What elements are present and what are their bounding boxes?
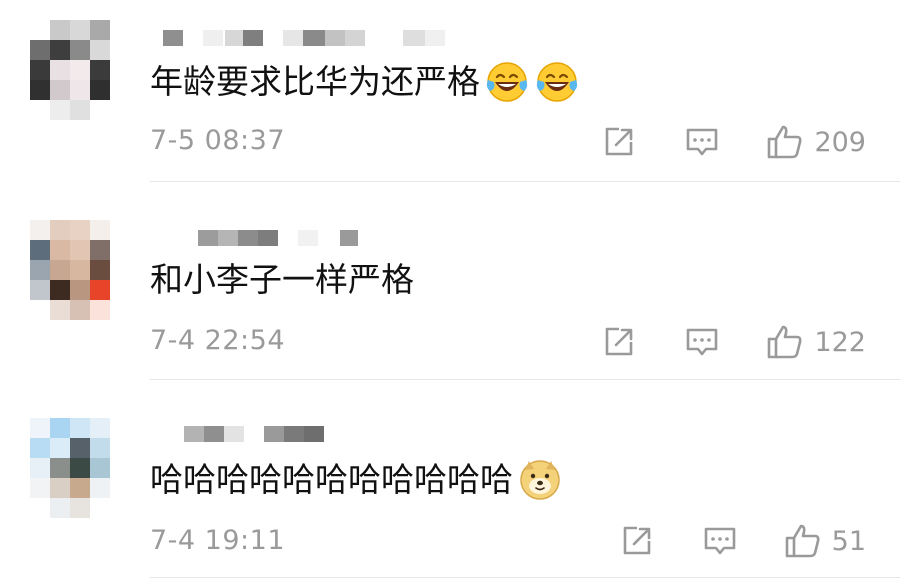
comment-icon (704, 527, 735, 555)
comment-item: 和小李子一样严格 7-4 22:54 122 (0, 182, 900, 380)
avatar[interactable] (30, 418, 110, 518)
like-button[interactable]: 51 (784, 523, 866, 559)
share-button[interactable] (602, 125, 636, 159)
like-count: 209 (814, 126, 866, 158)
share-icon (606, 127, 633, 156)
comment-text-row: 和小李子一样严格 (150, 258, 414, 302)
comment-text-row: 年龄要求比华为还严格 (150, 60, 580, 104)
comment-text-row: 哈哈哈哈哈哈哈哈哈哈哈 (150, 458, 563, 502)
like-count: 51 (831, 525, 866, 557)
comment-time: 7-4 19:11 (150, 525, 285, 556)
comment-time: 7-5 08:37 (150, 125, 285, 156)
comment-actions: 51 (620, 523, 866, 559)
like-button[interactable]: 122 (766, 324, 866, 360)
comment-actions: 122 (602, 324, 866, 360)
thumbs-up-icon (768, 325, 802, 359)
comment-icon (687, 128, 718, 156)
like-button[interactable]: 209 (766, 124, 866, 160)
laugh-cry-emoji (534, 60, 580, 104)
avatar[interactable] (30, 20, 110, 120)
comment-actions: 209 (602, 124, 866, 160)
laugh-cry-emoji (484, 60, 530, 104)
reply-button[interactable] (684, 325, 720, 359)
comment-item: 年龄要求比华为还严格 7-5 08:37 209 (0, 0, 900, 182)
username[interactable] (184, 426, 324, 442)
doge-emoji (517, 458, 563, 502)
divider (150, 577, 900, 578)
like-count: 122 (814, 326, 866, 358)
comment-list: 年龄要求比华为还严格 7-5 08:37 209 和小李子一样严格 7-4 22… (0, 0, 900, 581)
share-icon (606, 327, 633, 356)
comment-text: 年龄要求比华为还严格 (150, 62, 480, 101)
reply-button[interactable] (684, 125, 720, 159)
username[interactable] (198, 230, 358, 246)
thumbs-up-icon (785, 524, 820, 558)
share-icon (623, 526, 650, 555)
share-button[interactable] (602, 325, 636, 359)
comment-text: 和小李子一样严格 (150, 260, 414, 299)
share-button[interactable] (620, 524, 654, 558)
username[interactable] (163, 30, 445, 46)
reply-button[interactable] (702, 524, 738, 558)
comment-text: 哈哈哈哈哈哈哈哈哈哈哈 (150, 460, 513, 499)
avatar[interactable] (30, 220, 110, 320)
thumbs-up-icon (768, 125, 802, 159)
comment-item: 哈哈哈哈哈哈哈哈哈哈哈 7-4 19:11 51 (0, 380, 900, 581)
comment-time: 7-4 22:54 (150, 325, 285, 356)
comment-icon (687, 328, 718, 356)
